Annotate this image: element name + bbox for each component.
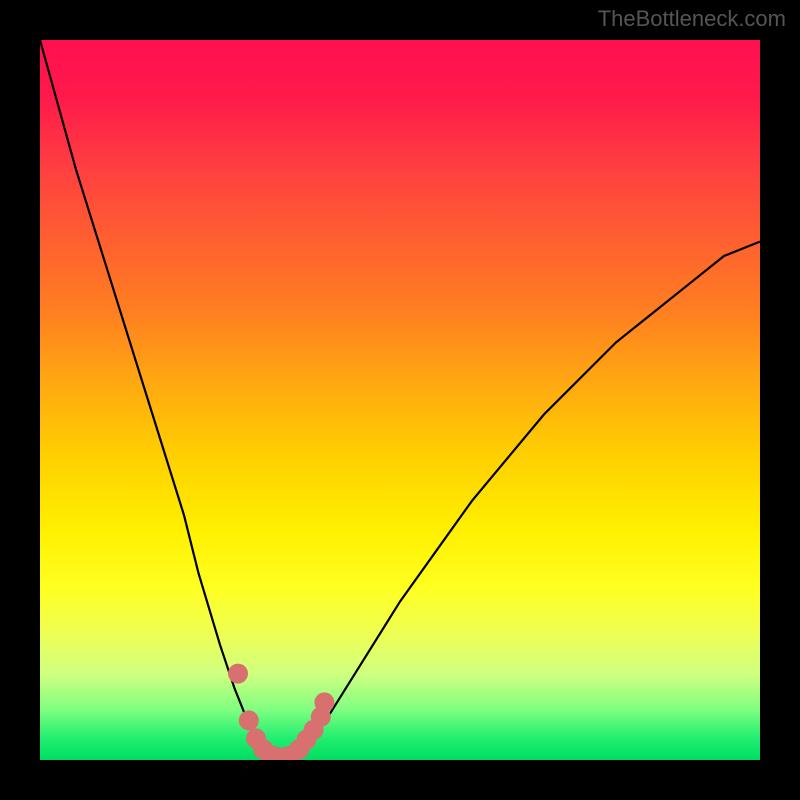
minimum-dot xyxy=(228,664,248,684)
minimum-dot xyxy=(239,710,259,730)
chart-container: TheBottleneck.com xyxy=(0,0,800,800)
plot-area xyxy=(40,40,760,760)
watermark-text: TheBottleneck.com xyxy=(598,6,786,32)
minimum-dot xyxy=(314,692,334,712)
curve-svg xyxy=(40,40,760,760)
minimum-dots xyxy=(228,664,334,760)
bottleneck-curve xyxy=(40,40,760,760)
